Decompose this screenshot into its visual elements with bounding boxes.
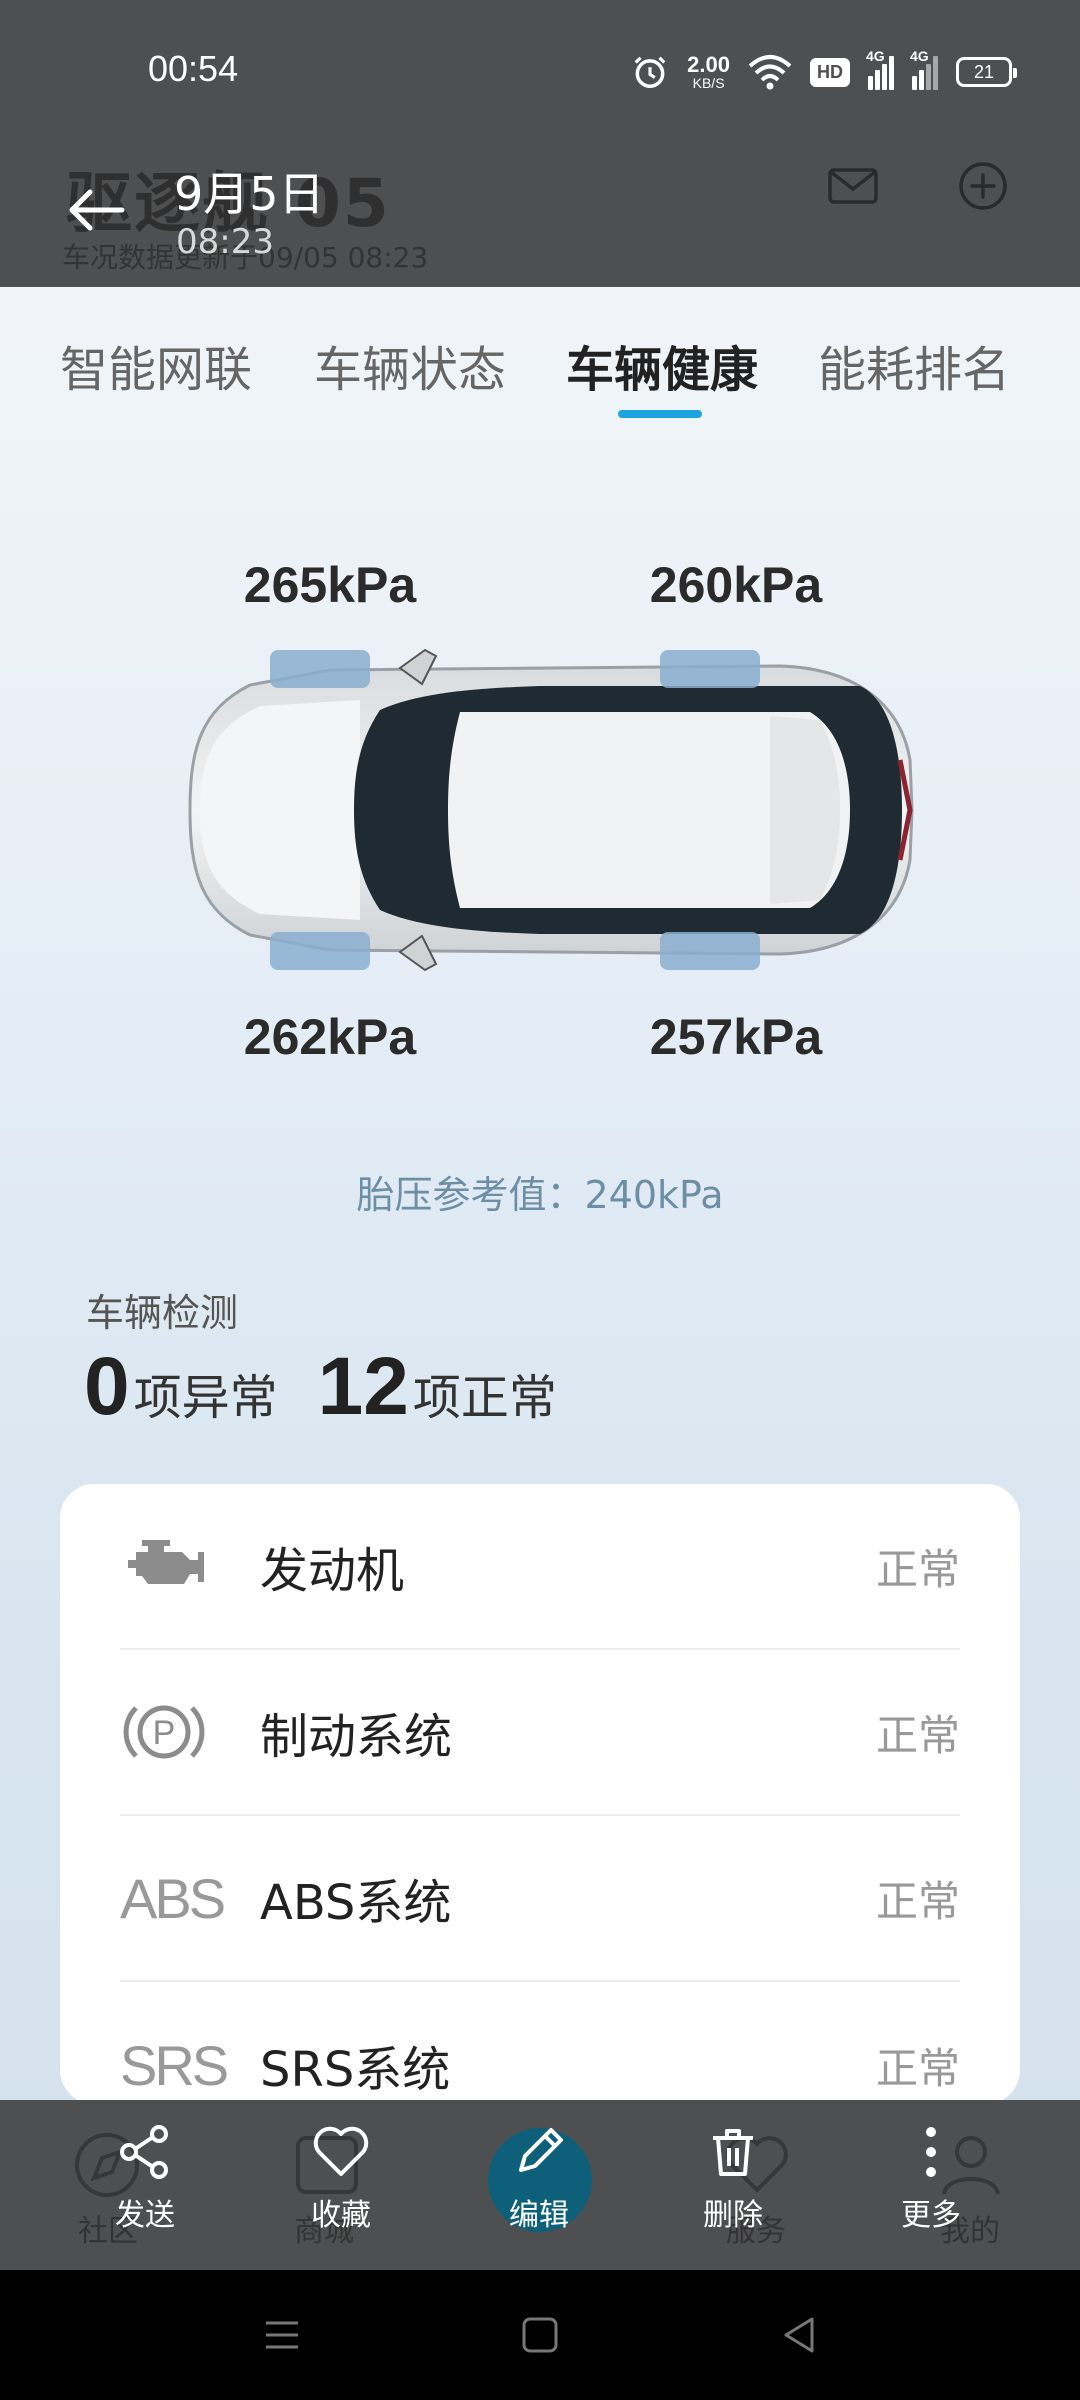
back-arrow-icon bbox=[69, 189, 125, 231]
detection-item-name: ABS系统 bbox=[260, 1875, 452, 1931]
send-button[interactable]: 发送 bbox=[70, 2122, 220, 2262]
mail-icon bbox=[828, 168, 878, 204]
signal-2-label: 4G bbox=[910, 48, 929, 64]
delete-button[interactable]: 删除 bbox=[658, 2122, 808, 2262]
abs-icon-text: ABS bbox=[120, 1866, 226, 1930]
send-label: 发送 bbox=[115, 2198, 175, 2233]
car-icon bbox=[188, 648, 914, 972]
viewer-date: 9月5日 bbox=[174, 167, 325, 221]
tab-energy-ranking[interactable]: 能耗排名 bbox=[818, 330, 1010, 400]
abnormal-text: 项异常 bbox=[133, 1370, 278, 1426]
plus-circle-icon bbox=[959, 162, 1007, 210]
detection-item-name: SRS系统 bbox=[260, 2042, 451, 2098]
recent-apps-button[interactable] bbox=[252, 2310, 312, 2360]
status-time: 00:54 bbox=[148, 48, 239, 89]
viewer-header-overlay: 00:54 2.00 KB/S HD 4G 4G 21 驱逐舰 05 车况数据更… bbox=[0, 0, 1080, 287]
tire-pressure-rear-right: 257kPa bbox=[649, 1009, 823, 1065]
detection-item-status: 正常 bbox=[875, 2043, 960, 2093]
signal-icon-1: 4G bbox=[866, 48, 894, 90]
more-button[interactable]: 更多 bbox=[856, 2122, 1006, 2262]
signal-icon-2: 4G bbox=[910, 48, 938, 90]
system-nav-bar bbox=[0, 2270, 1080, 2400]
vehicle-detection-label: 车辆检测 bbox=[86, 1291, 239, 1335]
favorite-label: 收藏 bbox=[311, 2198, 371, 2233]
more-label: 更多 bbox=[901, 2198, 961, 2233]
edit-button[interactable]: 编辑 bbox=[464, 2122, 614, 2262]
detection-item-name: 制动系统 bbox=[260, 1709, 453, 1765]
tire-pressure-rear-left: 262kPa bbox=[243, 1009, 417, 1065]
tire-pressure-reference: 胎压参考值：240kPa bbox=[356, 1173, 724, 1217]
tire-pressure-front-right: 260kPa bbox=[649, 557, 823, 613]
more-icon bbox=[926, 2127, 936, 2177]
srs-icon: SRS bbox=[120, 2020, 260, 2104]
network-speed-value: 2.00 bbox=[687, 52, 730, 77]
wifi-icon bbox=[748, 54, 792, 90]
home-square-icon bbox=[522, 2317, 558, 2353]
trash-icon bbox=[713, 2129, 753, 2176]
detection-item-brake[interactable]: P 制动系统 正常 bbox=[120, 1650, 960, 1816]
svg-text:P: P bbox=[153, 1714, 176, 1752]
car-top-view bbox=[160, 640, 920, 980]
normal-count: 12 bbox=[317, 1341, 409, 1432]
tab-smart-connect[interactable]: 智能网联 bbox=[60, 330, 252, 400]
srs-icon-text: SRS bbox=[120, 2033, 229, 2097]
active-tab-indicator bbox=[618, 410, 702, 418]
favorite-button[interactable]: 收藏 bbox=[266, 2122, 416, 2262]
network-speed-unit: KB/S bbox=[692, 75, 725, 91]
hd-voice-icon: HD bbox=[810, 57, 850, 87]
menu-icon bbox=[266, 2321, 298, 2349]
edit-label: 编辑 bbox=[509, 2198, 569, 2233]
message-button[interactable] bbox=[820, 156, 886, 216]
tire-pressure-front-left: 265kPa bbox=[243, 557, 417, 613]
delete-label: 删除 bbox=[703, 2198, 763, 2233]
detection-item-status: 正常 bbox=[875, 1710, 960, 1760]
abnormal-count: 0 bbox=[84, 1341, 130, 1432]
add-button[interactable] bbox=[950, 156, 1016, 216]
normal-text: 项正常 bbox=[412, 1370, 557, 1426]
network-speed: 2.00 KB/S bbox=[687, 52, 730, 91]
detection-summary: 0 项异常 12 项正常 bbox=[84, 1340, 557, 1434]
home-button[interactable] bbox=[510, 2310, 570, 2360]
edit-icon bbox=[519, 2128, 563, 2172]
engine-icon bbox=[120, 1521, 260, 1611]
viewer-time: 08:23 bbox=[176, 222, 274, 262]
parking-brake-icon: P bbox=[120, 1687, 260, 1777]
tab-bar: 智能网联 车辆状态 车辆健康 能耗排名 bbox=[0, 330, 1080, 420]
status-icons: 2.00 KB/S HD 4G 4G 21 bbox=[631, 48, 1017, 96]
detection-item-status: 正常 bbox=[875, 1876, 960, 1926]
abs-icon: ABS bbox=[120, 1853, 260, 1943]
battery-icon: 21 bbox=[956, 57, 1017, 87]
share-icon bbox=[120, 2125, 168, 2179]
detection-item-name: 发动机 bbox=[260, 1543, 405, 1599]
heart-icon bbox=[313, 2126, 369, 2176]
back-triangle-icon bbox=[784, 2317, 814, 2353]
detection-item-abs[interactable]: ABS ABS系统 正常 bbox=[120, 1816, 960, 1982]
image-action-bar: 社区 商城 服务 我的 发送 收藏 编辑 删除 更多 bbox=[0, 2100, 1080, 2270]
back-button[interactable] bbox=[60, 180, 130, 240]
tab-vehicle-health[interactable]: 车辆健康 bbox=[566, 330, 758, 400]
signal-1-label: 4G bbox=[866, 48, 885, 64]
alarm-icon bbox=[631, 53, 669, 91]
system-back-button[interactable] bbox=[770, 2310, 830, 2360]
tab-vehicle-status[interactable]: 车辆状态 bbox=[314, 330, 506, 400]
detection-item-srs[interactable]: SRS SRS系统 正常 bbox=[120, 1982, 960, 2104]
detection-item-status: 正常 bbox=[875, 1544, 960, 1594]
detection-item-engine[interactable]: 发动机 正常 bbox=[120, 1484, 960, 1650]
status-bar: 00:54 2.00 KB/S HD 4G 4G 21 bbox=[0, 0, 1080, 140]
detection-list-card: 发动机 正常 P 制动系统 正常 ABS ABS系统 正常 SRS SRS系统 … bbox=[60, 1484, 1020, 2104]
